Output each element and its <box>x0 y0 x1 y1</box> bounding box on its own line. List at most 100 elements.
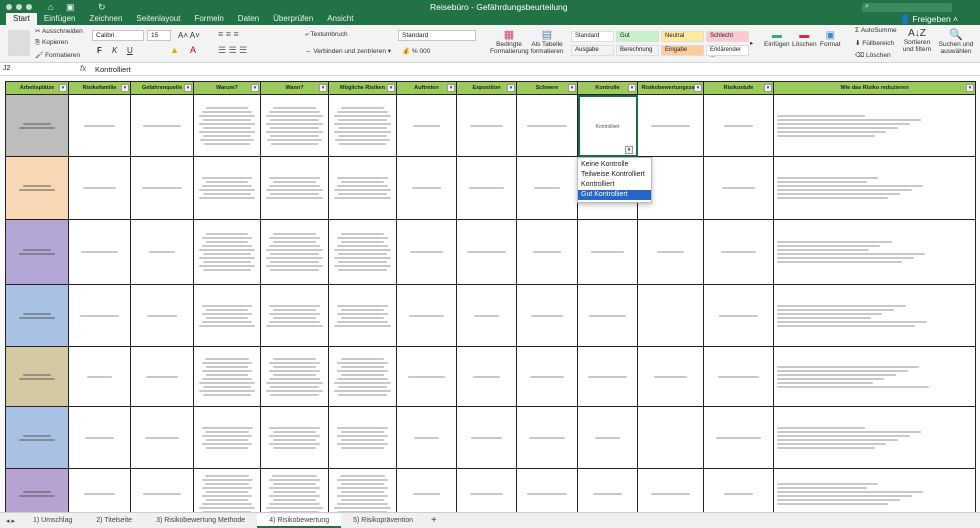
table-cell[interactable] <box>516 468 578 512</box>
filter-dropdown-icon[interactable]: ▾ <box>764 84 772 92</box>
table-cell[interactable] <box>130 219 194 285</box>
format-cells-button[interactable]: ▣ Format <box>820 30 841 48</box>
table-cell[interactable] <box>456 94 517 157</box>
cell-style[interactable]: Schlecht <box>706 31 749 42</box>
table-cell[interactable] <box>577 284 638 347</box>
table-cell[interactable] <box>193 156 261 220</box>
wrap-text-button[interactable]: ⤶ Textumbruch <box>305 31 348 39</box>
table-cell[interactable] <box>703 468 774 512</box>
table-cell[interactable] <box>456 346 517 407</box>
fx-icon[interactable]: fx <box>80 64 86 73</box>
table-cell[interactable] <box>260 406 329 469</box>
table-cell[interactable] <box>703 406 774 469</box>
table-cell[interactable] <box>456 219 517 285</box>
table-cell[interactable] <box>456 156 517 220</box>
grow-font-button[interactable]: A˄ A˅ <box>178 31 200 40</box>
table-cell[interactable] <box>773 284 976 347</box>
filter-dropdown-icon[interactable]: ▾ <box>121 84 129 92</box>
underline-button[interactable]: U <box>127 46 133 55</box>
table-cell[interactable] <box>68 219 131 285</box>
table-cell[interactable] <box>68 156 131 220</box>
table-cell[interactable] <box>577 406 638 469</box>
filter-dropdown-icon[interactable]: ▾ <box>387 84 395 92</box>
sheet-nav-arrows[interactable]: ◂ ▸ <box>0 517 21 525</box>
add-sheet-button[interactable]: + <box>425 515 443 526</box>
table-cell[interactable] <box>260 468 329 512</box>
number-format-select[interactable]: Standard <box>398 30 476 41</box>
bold-button[interactable]: F <box>97 46 102 55</box>
table-cell[interactable] <box>130 406 194 469</box>
cell-style[interactable]: Gut <box>616 31 659 42</box>
table-cell[interactable] <box>5 156 69 220</box>
table-cell[interactable] <box>68 468 131 512</box>
table-cell[interactable] <box>396 284 457 347</box>
table-cell[interactable] <box>516 406 578 469</box>
table-cell[interactable] <box>396 156 457 220</box>
table-cell[interactable] <box>577 468 638 512</box>
table-cell[interactable] <box>5 284 69 347</box>
filter-dropdown-icon[interactable]: ▾ <box>59 84 67 92</box>
column-header[interactable]: Wie das Risiko reduzieren ▾ <box>773 81 976 95</box>
table-cell[interactable] <box>637 468 704 512</box>
dropdown-option[interactable]: Keine Kontrolle <box>578 160 651 170</box>
filter-dropdown-icon[interactable]: ▾ <box>628 84 636 92</box>
table-cell[interactable] <box>773 406 976 469</box>
filter-dropdown-icon[interactable]: ▾ <box>184 84 192 92</box>
worksheet-grid[interactable]: Arbeitsplätze ▾ Risikofamilie ▾ Gefahrenquel… <box>0 77 980 512</box>
align-top-icon[interactable]: ≡ ≡ ≡ <box>218 29 239 39</box>
table-cell[interactable] <box>456 406 517 469</box>
tab-2[interactable]: Zeichnen <box>83 13 130 25</box>
table-cell[interactable] <box>396 468 457 512</box>
styles-more-arrow[interactable]: ▸ <box>750 39 753 47</box>
column-header[interactable]: Risikostufe ▾ <box>703 81 774 95</box>
table-cell[interactable] <box>328 94 397 157</box>
italic-button[interactable]: K <box>112 46 117 55</box>
cell-style[interactable]: Berechnung <box>616 45 659 56</box>
column-header[interactable]: Kontrolle ▾ <box>577 81 638 95</box>
font-size-select[interactable]: 15 <box>147 30 171 41</box>
home-icon[interactable]: ⌂ <box>48 2 53 12</box>
table-cell[interactable] <box>193 94 261 157</box>
table-cell[interactable] <box>516 346 578 407</box>
column-header[interactable]: Gefahrenquelle ▾ <box>130 81 194 95</box>
table-cell[interactable] <box>260 156 329 220</box>
redo-icon[interactable]: ↻ <box>98 2 106 13</box>
format-as-table-button[interactable]: ▤ Als Tabelle formatieren <box>528 28 566 55</box>
table-cell[interactable] <box>773 346 976 407</box>
table-cell[interactable] <box>516 156 578 220</box>
cell-style[interactable]: Erklärender ... <box>706 45 749 59</box>
tab-5[interactable]: Daten <box>231 13 266 25</box>
table-cell[interactable] <box>260 284 329 347</box>
table-cell[interactable] <box>516 219 578 285</box>
cell-style[interactable]: Ausgabe <box>571 45 614 56</box>
table-cell[interactable] <box>773 468 976 512</box>
table-cell[interactable] <box>703 94 774 157</box>
merge-center-button[interactable]: ⇔ Verbinden und zentrieren ▾ <box>305 47 391 55</box>
autosum-button[interactable]: Σ AutoSumme <box>855 27 897 34</box>
table-cell[interactable] <box>637 94 704 157</box>
filter-dropdown-icon[interactable]: ▾ <box>319 84 327 92</box>
column-header[interactable]: Wann? ▾ <box>260 81 329 95</box>
table-cell[interactable] <box>130 156 194 220</box>
formula-input[interactable]: Kontrolliert <box>95 65 131 74</box>
tab-7[interactable]: Ansicht <box>320 13 360 25</box>
table-cell[interactable] <box>773 219 976 285</box>
table-cell[interactable] <box>68 406 131 469</box>
table-cell[interactable] <box>637 406 704 469</box>
cell-style[interactable]: Standard <box>571 31 614 42</box>
search-input[interactable]: ⌕ <box>862 3 952 12</box>
column-header[interactable]: Exposition ▾ <box>456 81 517 95</box>
table-cell[interactable] <box>5 468 69 512</box>
tab-6[interactable]: Überprüfen <box>266 13 320 25</box>
table-cell[interactable] <box>577 346 638 407</box>
table-cell[interactable] <box>328 406 397 469</box>
table-cell[interactable] <box>328 156 397 220</box>
table-cell[interactable] <box>773 156 976 220</box>
paste-button[interactable] <box>8 30 30 56</box>
fill-button[interactable]: ⬇ Füllbereich <box>855 39 894 47</box>
table-cell[interactable] <box>130 346 194 407</box>
column-header[interactable]: Schwere ▾ <box>516 81 578 95</box>
tab-1[interactable]: Einfügen <box>37 13 83 25</box>
copy-button[interactable]: ⎘ Kopieren <box>35 39 68 47</box>
clear-button[interactable]: ⌫ Löschen <box>855 51 891 59</box>
